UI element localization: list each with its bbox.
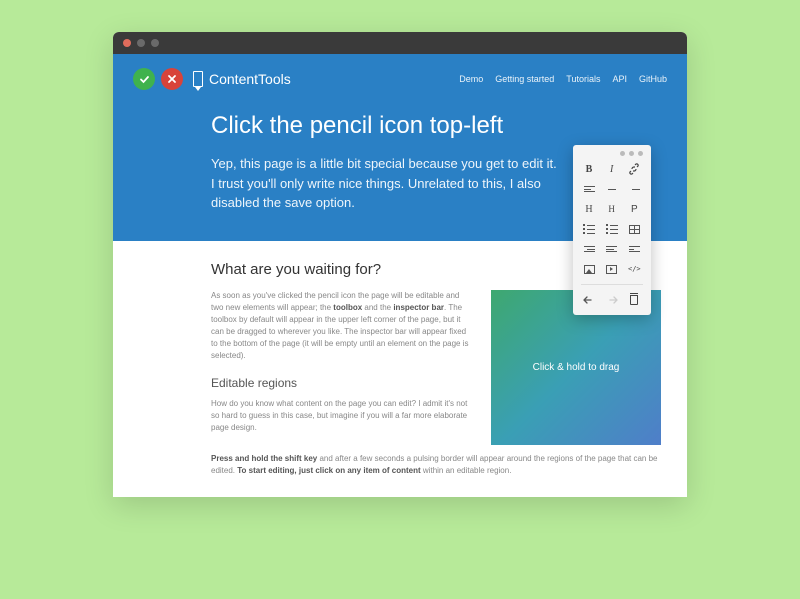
toolbox[interactable]: B I H H P </>: [573, 145, 651, 315]
redo-icon: [606, 295, 618, 305]
nav-api[interactable]: API: [612, 74, 627, 84]
tool-heading-2[interactable]: H: [604, 202, 620, 216]
align-center-icon: [606, 186, 617, 192]
outdent-icon: [606, 246, 617, 252]
window-min-dot[interactable]: [137, 39, 145, 47]
drag-label: Click & hold to drag: [533, 362, 620, 373]
align-right-icon: [629, 186, 640, 192]
tool-link[interactable]: [626, 162, 642, 176]
link-icon: [628, 163, 640, 175]
toolbox-separator: [581, 284, 643, 285]
tool-ul[interactable]: [581, 222, 597, 236]
tool-bold[interactable]: B: [581, 162, 597, 176]
tool-undo[interactable]: [581, 293, 597, 307]
nav-github[interactable]: GitHub: [639, 74, 667, 84]
check-icon: [139, 74, 150, 85]
tool-image[interactable]: [581, 262, 597, 276]
ol-icon: [606, 224, 618, 234]
close-icon: [167, 74, 177, 84]
hero-body: Yep, this page is a little bit special b…: [211, 154, 561, 213]
toolbox-dot: [620, 151, 625, 156]
tool-align-center[interactable]: [604, 182, 620, 196]
window-titlebar: [113, 32, 687, 54]
tool-outdent[interactable]: [604, 242, 620, 256]
intro-paragraph: As soon as you've clicked the pencil ico…: [211, 290, 473, 362]
window-max-dot[interactable]: [151, 39, 159, 47]
browser-window: ContentTools Demo Getting started Tutori…: [113, 32, 687, 497]
window-close-dot[interactable]: [123, 39, 131, 47]
cancel-button[interactable]: [161, 68, 183, 90]
ul-icon: [583, 224, 595, 234]
tool-align-right[interactable]: [626, 182, 642, 196]
tool-italic[interactable]: I: [604, 162, 620, 176]
confirm-button[interactable]: [133, 68, 155, 90]
toolbox-drag-handle[interactable]: [581, 151, 643, 156]
subsection-heading: Editable regions: [211, 376, 473, 390]
nav-getting-started[interactable]: Getting started: [495, 74, 554, 84]
tool-ol[interactable]: [604, 222, 620, 236]
tool-table[interactable]: [626, 222, 642, 236]
regions-paragraph: How do you know what content on the page…: [211, 398, 473, 434]
table-icon: [629, 225, 640, 234]
shift-paragraph: Press and hold the shift key and after a…: [211, 453, 661, 477]
tool-indent[interactable]: [581, 242, 597, 256]
image-icon: [584, 265, 595, 274]
video-icon: [606, 265, 617, 274]
nav-demo[interactable]: Demo: [459, 74, 483, 84]
hero-title: Click the pencil icon top-left: [211, 112, 647, 140]
nav: Demo Getting started Tutorials API GitHu…: [459, 74, 667, 84]
toolbox-dot: [638, 151, 643, 156]
line-break-icon: [629, 246, 640, 252]
tool-video[interactable]: [604, 262, 620, 276]
pencil-icon: [193, 71, 203, 87]
undo-icon: [583, 295, 595, 305]
tool-remove[interactable]: [626, 293, 642, 307]
toolbox-dot: [629, 151, 634, 156]
brand: ContentTools: [193, 71, 291, 87]
brand-name: ContentTools: [209, 71, 291, 87]
tool-heading-1[interactable]: H: [581, 202, 597, 216]
tool-line-break[interactable]: [626, 242, 642, 256]
nav-tutorials[interactable]: Tutorials: [566, 74, 600, 84]
tool-redo[interactable]: [604, 293, 620, 307]
trash-icon: [630, 295, 638, 305]
tool-code[interactable]: </>: [626, 262, 642, 276]
tool-paragraph[interactable]: P: [626, 202, 642, 216]
indent-icon: [584, 246, 595, 252]
align-left-icon: [584, 186, 595, 192]
tool-align-left[interactable]: [581, 182, 597, 196]
